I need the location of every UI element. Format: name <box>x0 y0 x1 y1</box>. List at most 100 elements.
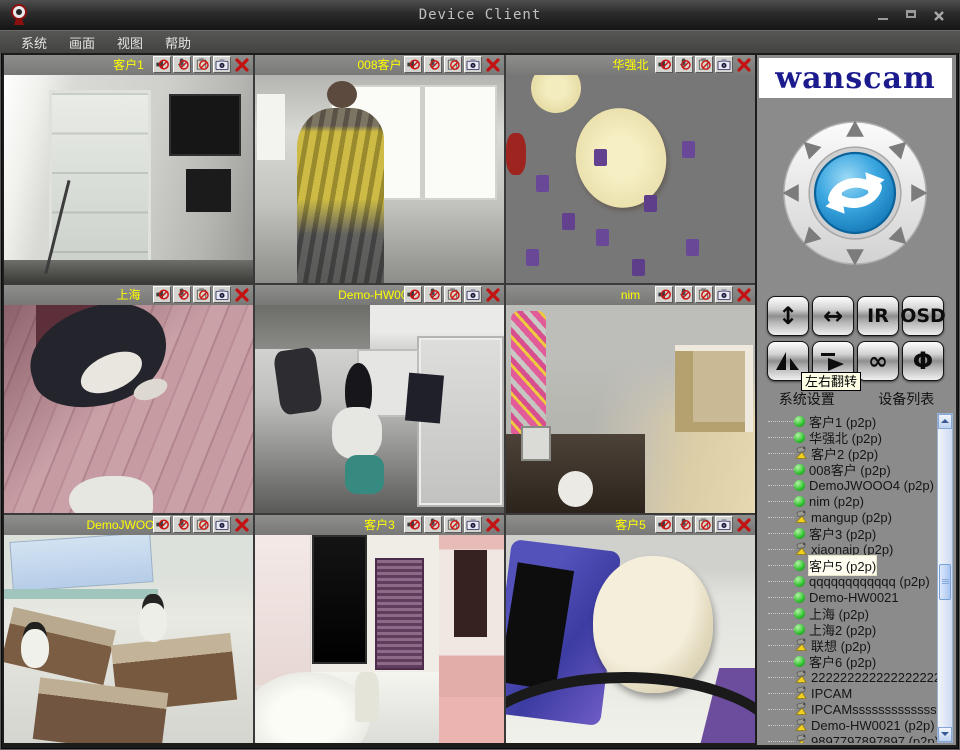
video-feed[interactable] <box>255 535 504 743</box>
close-camera-icon[interactable] <box>233 286 251 303</box>
video-feed[interactable] <box>4 75 253 283</box>
audio-muted-icon[interactable] <box>404 516 422 533</box>
audio-muted-icon[interactable] <box>655 286 673 303</box>
record-muted-icon[interactable] <box>695 286 713 303</box>
close-camera-icon[interactable] <box>233 516 251 533</box>
device-item[interactable]: 008客户 (p2p) <box>760 461 953 477</box>
ir-button[interactable]: IR <box>857 296 899 336</box>
tree-line <box>768 612 794 614</box>
mic-muted-icon[interactable] <box>675 56 693 73</box>
osd-button[interactable]: OSD <box>902 296 944 336</box>
device-item[interactable]: 客户3 (p2p) <box>760 525 953 541</box>
device-list-scrollbar[interactable] <box>937 413 953 743</box>
video-feed[interactable] <box>506 75 755 283</box>
device-item[interactable]: IPCAMssssssssssssssss <box>760 701 953 717</box>
close-camera-icon[interactable] <box>735 516 753 533</box>
camera-cell-3[interactable]: 华强北 <box>506 55 755 283</box>
audio-muted-icon[interactable] <box>153 516 171 533</box>
close-camera-icon[interactable] <box>735 286 753 303</box>
menu-system[interactable]: 系统 <box>10 31 58 54</box>
record-muted-icon[interactable] <box>444 516 462 533</box>
menu-view[interactable]: 视图 <box>106 31 154 54</box>
video-feed[interactable] <box>255 75 504 283</box>
close-camera-icon[interactable] <box>233 56 251 73</box>
scroll-down-icon[interactable] <box>938 727 952 742</box>
close-camera-icon[interactable] <box>484 56 502 73</box>
device-item[interactable]: nim (p2p) <box>760 493 953 509</box>
camera-cell-8[interactable]: 客户3 <box>255 515 504 743</box>
aperture-button[interactable]: Φ <box>902 341 944 381</box>
snapshot-icon[interactable] <box>715 516 733 533</box>
mic-muted-icon[interactable] <box>675 516 693 533</box>
mic-muted-icon[interactable] <box>424 56 442 73</box>
close-camera-icon[interactable] <box>484 516 502 533</box>
snapshot-icon[interactable] <box>715 286 733 303</box>
video-feed[interactable] <box>4 305 253 513</box>
scroll-up-icon[interactable] <box>938 414 952 429</box>
close-camera-icon[interactable] <box>735 56 753 73</box>
close-camera-icon[interactable] <box>484 286 502 303</box>
patrol-loop-button[interactable]: ∞ <box>857 341 899 381</box>
record-muted-icon[interactable] <box>444 56 462 73</box>
mic-muted-icon[interactable] <box>173 56 191 73</box>
ptz-wheel-icon[interactable] <box>781 119 929 267</box>
camera-cell-6[interactable]: nim <box>506 285 755 513</box>
close-icon[interactable] <box>930 8 948 23</box>
video-feed[interactable] <box>4 535 253 743</box>
audio-muted-icon[interactable] <box>655 56 673 73</box>
mic-muted-icon[interactable] <box>424 286 442 303</box>
device-name: 008客户 (p2p) <box>809 460 891 479</box>
audio-muted-icon[interactable] <box>655 516 673 533</box>
snapshot-icon[interactable] <box>464 56 482 73</box>
scroll-thumb[interactable] <box>939 564 951 600</box>
record-muted-icon[interactable] <box>193 56 211 73</box>
device-item[interactable]: qqqqqqqqqqqq (p2p) <box>760 573 953 589</box>
record-muted-icon[interactable] <box>193 286 211 303</box>
device-item-selected[interactable]: 客户5 (p2p) <box>760 557 953 573</box>
camera-cell-5[interactable]: Demo-HW0021 <box>255 285 504 513</box>
snapshot-icon[interactable] <box>213 516 231 533</box>
snapshot-icon[interactable] <box>715 56 733 73</box>
audio-muted-icon[interactable] <box>153 286 171 303</box>
patrol-horizontal-button[interactable]: ↔ <box>812 296 854 336</box>
mic-muted-icon[interactable] <box>675 286 693 303</box>
device-item[interactable]: IPCAM <box>760 685 953 701</box>
device-item[interactable]: 9897797897897 (p2p) <box>760 733 953 743</box>
device-item[interactable]: 2222222222222222222222 <box>760 669 953 685</box>
maximize-icon[interactable] <box>902 8 920 23</box>
snapshot-icon[interactable] <box>464 516 482 533</box>
snapshot-icon[interactable] <box>213 56 231 73</box>
camera-cell-9-selected[interactable]: 客户5 <box>506 515 755 743</box>
scene-shape <box>405 372 444 423</box>
device-item[interactable]: 客户6 (p2p) <box>760 653 953 669</box>
patrol-vertical-button[interactable]: ↕ <box>767 296 809 336</box>
camera-cell-2[interactable]: 008客户 <box>255 55 504 283</box>
record-muted-icon[interactable] <box>444 286 462 303</box>
camera-cell-4[interactable]: 上海 <box>4 285 253 513</box>
menu-screen[interactable]: 画面 <box>58 31 106 54</box>
audio-muted-icon[interactable] <box>404 56 422 73</box>
record-muted-icon[interactable] <box>193 516 211 533</box>
device-item[interactable]: Demo-HW0021 (p2p) <box>760 717 953 733</box>
snapshot-icon[interactable] <box>464 286 482 303</box>
record-muted-icon[interactable] <box>695 516 713 533</box>
device-item[interactable]: DemoJWOOO4 (p2p) <box>760 477 953 493</box>
camera-cell-7[interactable]: DemoJWOOO4 <box>4 515 253 743</box>
video-feed[interactable] <box>255 305 504 513</box>
video-feed[interactable] <box>506 535 755 743</box>
camera-cell-1[interactable]: 客户1 <box>4 55 253 283</box>
snapshot-icon[interactable] <box>213 286 231 303</box>
online-dot-icon <box>794 560 805 571</box>
minimize-icon[interactable] <box>874 8 892 23</box>
camera-grid: 客户1 008客户 <box>4 55 755 743</box>
mic-muted-icon[interactable] <box>173 516 191 533</box>
tab-device-list[interactable]: 设备列表 <box>857 389 957 409</box>
record-muted-icon[interactable] <box>695 56 713 73</box>
audio-muted-icon[interactable] <box>404 286 422 303</box>
tab-system-settings[interactable]: 系统设置 <box>757 389 857 409</box>
mic-muted-icon[interactable] <box>424 516 442 533</box>
mic-muted-icon[interactable] <box>173 286 191 303</box>
video-feed[interactable] <box>506 305 755 513</box>
menu-help[interactable]: 帮助 <box>154 31 202 54</box>
audio-muted-icon[interactable] <box>153 56 171 73</box>
